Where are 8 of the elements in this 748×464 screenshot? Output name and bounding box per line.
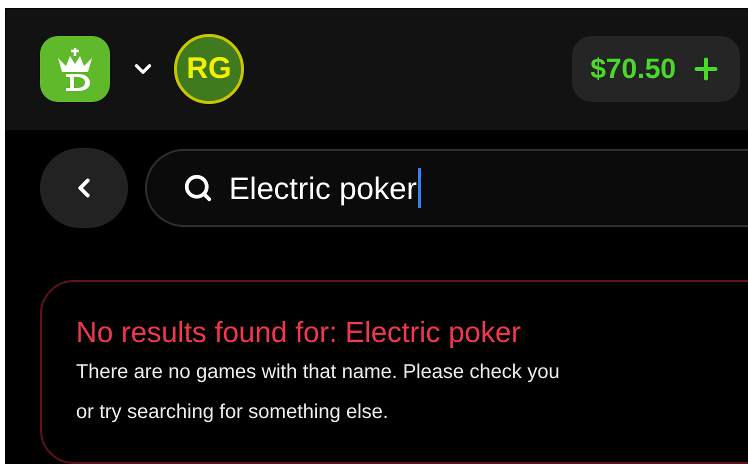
- balance-button[interactable]: $70.50: [572, 36, 740, 102]
- no-results-title: No results found for: Electric poker: [76, 316, 522, 351]
- no-results-message: or try searching for something else.: [76, 400, 390, 425]
- rg-badge[interactable]: RG: [174, 34, 244, 104]
- no-results-message: There are no games with that name. Please check you: [76, 360, 561, 385]
- app-logo-icon[interactable]: [40, 36, 110, 102]
- search-icon: [183, 173, 213, 203]
- search-field[interactable]: Electric poker: [145, 149, 748, 227]
